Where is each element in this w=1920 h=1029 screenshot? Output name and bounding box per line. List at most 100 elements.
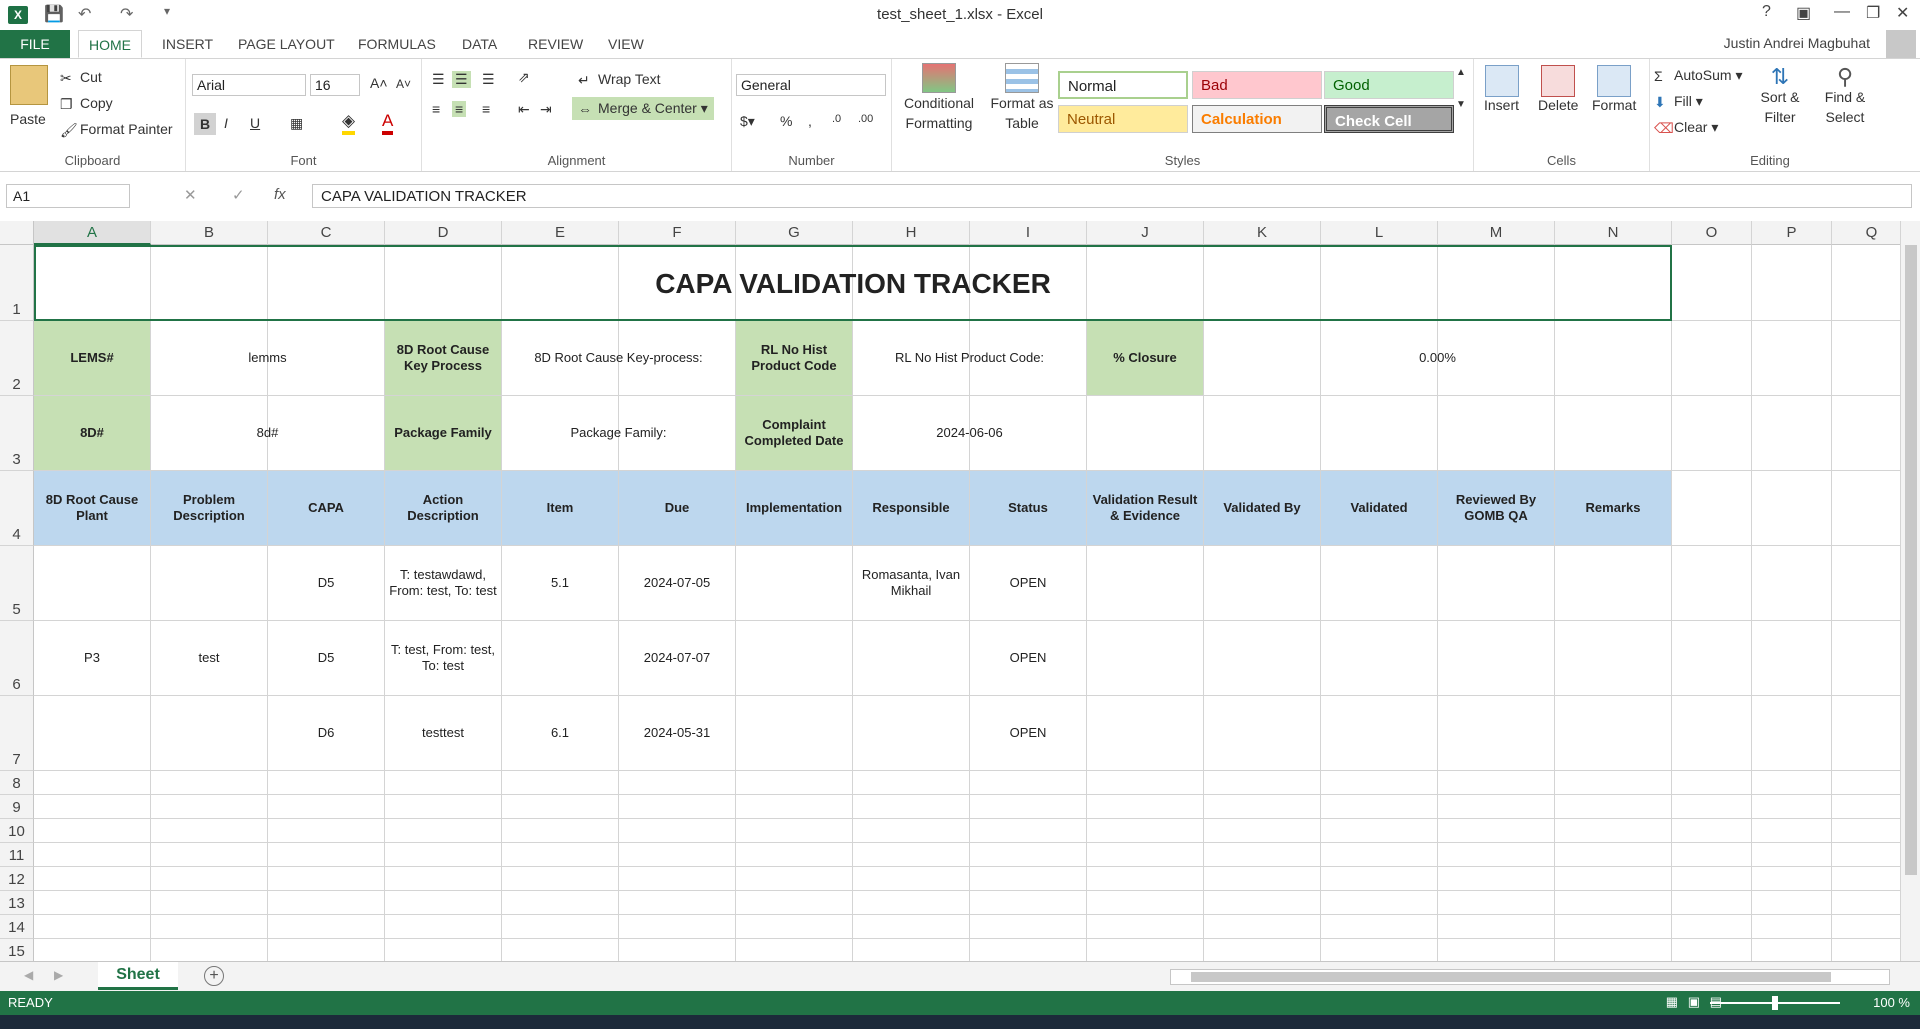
cell[interactable] bbox=[1672, 867, 1752, 891]
row-header-9[interactable]: 9 bbox=[0, 795, 34, 819]
cell[interactable] bbox=[1321, 891, 1438, 915]
cell[interactable] bbox=[1438, 867, 1555, 891]
cell[interactable] bbox=[970, 795, 1087, 819]
cell[interactable] bbox=[1087, 915, 1204, 939]
clear-button[interactable]: ⌫Clear ▾ bbox=[1654, 119, 1718, 136]
status-cell[interactable]: OPEN bbox=[970, 621, 1087, 696]
next-sheet-icon[interactable]: ▶ bbox=[54, 968, 63, 982]
style-normal[interactable]: Normal bbox=[1058, 71, 1188, 99]
cell[interactable] bbox=[853, 939, 970, 961]
cell[interactable] bbox=[502, 795, 619, 819]
style-good[interactable]: Good bbox=[1324, 71, 1454, 99]
cell[interactable] bbox=[502, 915, 619, 939]
prev-sheet-icon[interactable]: ◀ bbox=[24, 968, 33, 982]
cell[interactable] bbox=[1438, 939, 1555, 961]
cell[interactable] bbox=[1438, 915, 1555, 939]
font-color-icon[interactable]: A bbox=[382, 111, 394, 135]
column-header-m[interactable]: M bbox=[1438, 221, 1555, 245]
table-header[interactable]: Problem Description bbox=[151, 471, 268, 546]
cell[interactable] bbox=[1672, 546, 1752, 621]
cell[interactable] bbox=[1321, 795, 1438, 819]
cell[interactable] bbox=[970, 891, 1087, 915]
column-header-b[interactable]: B bbox=[151, 221, 268, 245]
cell[interactable] bbox=[1832, 915, 1900, 939]
responsible-cell[interactable]: Romasanta, Ivan Mikhail bbox=[853, 546, 970, 621]
column-header-i[interactable]: I bbox=[970, 221, 1087, 245]
cell[interactable] bbox=[1672, 471, 1752, 546]
cell[interactable] bbox=[1438, 696, 1555, 771]
cell[interactable] bbox=[1832, 795, 1900, 819]
cell[interactable] bbox=[1555, 867, 1672, 891]
tab-insert[interactable]: INSERT bbox=[152, 30, 223, 58]
cell[interactable] bbox=[385, 867, 502, 891]
due-cell[interactable]: 2024-07-07 bbox=[619, 621, 736, 696]
insert-cells-button[interactable]: Insert bbox=[1484, 65, 1519, 113]
row-header-10[interactable]: 10 bbox=[0, 819, 34, 843]
row-header-7[interactable]: 7 bbox=[0, 696, 34, 771]
row-header-14[interactable]: 14 bbox=[0, 915, 34, 939]
align-left-icon[interactable]: ≡ bbox=[432, 101, 440, 117]
comma-icon[interactable]: , bbox=[808, 113, 812, 129]
8d-label[interactable]: 8D# bbox=[34, 396, 151, 471]
cell[interactable] bbox=[1555, 771, 1672, 795]
font-size-select[interactable]: 16 bbox=[310, 74, 360, 96]
cell[interactable] bbox=[1321, 546, 1438, 621]
cell[interactable] bbox=[736, 915, 853, 939]
cell[interactable] bbox=[1204, 696, 1321, 771]
row-header-4[interactable]: 4 bbox=[0, 471, 34, 546]
table-header[interactable]: 8D Root Cause Plant bbox=[34, 471, 151, 546]
bold-icon[interactable]: B bbox=[194, 113, 216, 135]
italic-icon[interactable]: I bbox=[224, 115, 228, 131]
ribbon-options-icon[interactable]: ▣ bbox=[1796, 3, 1811, 23]
align-middle-icon[interactable]: ☰ bbox=[452, 71, 471, 88]
rl-product-code-value[interactable]: RL No Hist Product Code: bbox=[853, 321, 1087, 396]
borders-icon[interactable]: ▦ bbox=[290, 115, 303, 132]
cell[interactable] bbox=[853, 867, 970, 891]
cell[interactable] bbox=[34, 867, 151, 891]
cell[interactable] bbox=[151, 843, 268, 867]
sort-filter-button[interactable]: ⇅ Sort & Filter bbox=[1752, 66, 1808, 127]
decrease-indent-icon[interactable]: ⇤ bbox=[518, 101, 530, 118]
row-header-13[interactable]: 13 bbox=[0, 891, 34, 915]
format-cells-button[interactable]: Format bbox=[1592, 65, 1636, 113]
cell[interactable] bbox=[1555, 843, 1672, 867]
style-neutral[interactable]: Neutral bbox=[1058, 105, 1188, 133]
vertical-scrollbar[interactable] bbox=[1900, 221, 1920, 961]
cell[interactable] bbox=[1321, 867, 1438, 891]
increase-decimal-icon[interactable]: .0 bbox=[832, 113, 841, 125]
cell[interactable] bbox=[268, 819, 385, 843]
plant-cell[interactable]: P3 bbox=[34, 546, 151, 771]
closure-value[interactable]: 0.00% bbox=[1204, 321, 1672, 396]
avatar[interactable] bbox=[1886, 30, 1916, 58]
cell[interactable] bbox=[619, 939, 736, 961]
tab-home[interactable]: HOME bbox=[78, 30, 142, 58]
cell[interactable] bbox=[1204, 546, 1321, 621]
column-header-p[interactable]: P bbox=[1752, 221, 1832, 245]
cell[interactable] bbox=[1832, 396, 1900, 471]
closure-label[interactable]: % Closure bbox=[1087, 321, 1204, 396]
cell[interactable] bbox=[1204, 795, 1321, 819]
column-header-k[interactable]: K bbox=[1204, 221, 1321, 245]
capa-cell[interactable]: D6 bbox=[268, 696, 385, 771]
cell[interactable] bbox=[1752, 843, 1832, 867]
row-header-5[interactable]: 5 bbox=[0, 546, 34, 621]
page-layout-view-icon[interactable]: ▣ bbox=[1688, 994, 1700, 1010]
cell[interactable] bbox=[736, 867, 853, 891]
cell[interactable] bbox=[1672, 819, 1752, 843]
capa-cell[interactable]: D5 bbox=[268, 621, 385, 696]
action-description-cell[interactable]: T: test, From: test, To: test bbox=[385, 621, 502, 696]
cell[interactable] bbox=[1204, 819, 1321, 843]
cell[interactable] bbox=[1672, 396, 1752, 471]
cell[interactable] bbox=[151, 891, 268, 915]
cell[interactable] bbox=[1087, 843, 1204, 867]
font-name-select[interactable]: Arial bbox=[192, 74, 306, 96]
status-cell[interactable]: OPEN bbox=[970, 696, 1087, 771]
formula-input[interactable]: CAPA VALIDATION TRACKER bbox=[312, 184, 1912, 208]
cell[interactable] bbox=[853, 891, 970, 915]
lems-label[interactable]: LEMS# bbox=[34, 321, 151, 396]
cell[interactable] bbox=[619, 771, 736, 795]
underline-icon[interactable]: U bbox=[250, 115, 260, 131]
cell[interactable] bbox=[34, 819, 151, 843]
cell[interactable] bbox=[1752, 915, 1832, 939]
cell[interactable] bbox=[1832, 471, 1900, 546]
